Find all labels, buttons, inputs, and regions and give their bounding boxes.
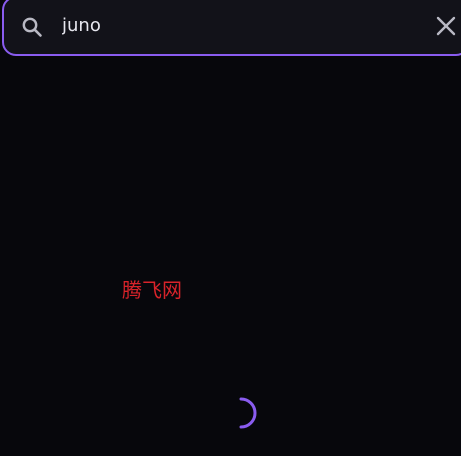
search-screen: 腾飞网 [0,0,461,456]
search-input[interactable] [62,12,402,40]
close-icon [436,16,456,36]
clear-search-button[interactable] [432,12,460,40]
search-icon [20,15,44,39]
watermark-text: 腾飞网 [122,278,182,302]
loading-spinner-icon [227,395,261,431]
search-bar [2,0,461,56]
